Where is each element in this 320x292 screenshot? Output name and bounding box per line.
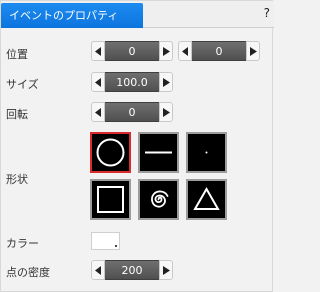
color-swatch-corner-mark xyxy=(115,245,117,247)
position-y-stepper: 0 xyxy=(178,41,260,61)
density-label: 点の密度 xyxy=(6,266,50,279)
triangle-left-icon xyxy=(94,77,101,87)
position-x-value[interactable]: 0 xyxy=(105,41,159,61)
density-value[interactable]: 200 xyxy=(105,260,159,280)
event-properties-panel: イベントのプロパティ ? 位置 0 0 サイズ 100.0 回転 0 形状 カラ… xyxy=(0,0,274,292)
triangle-left-icon xyxy=(181,46,188,56)
rotation-increment-button[interactable] xyxy=(159,102,173,122)
density-increment-button[interactable] xyxy=(159,260,173,280)
shape-triangle-option[interactable] xyxy=(186,179,227,220)
shape-spiral-option[interactable] xyxy=(138,179,179,220)
rotation-value[interactable]: 0 xyxy=(105,102,159,122)
triangle-left-icon xyxy=(94,46,101,56)
tab-event-properties[interactable]: イベントのプロパティ xyxy=(1,3,143,28)
shape-square-option[interactable] xyxy=(90,179,131,220)
position-label: 位置 xyxy=(6,48,28,61)
size-label: サイズ xyxy=(6,78,39,91)
size-stepper: 100.0 xyxy=(91,72,173,92)
shape-dot-option[interactable] xyxy=(186,132,227,173)
position-x-increment-button[interactable] xyxy=(159,41,173,61)
size-decrement-button[interactable] xyxy=(91,72,105,92)
tab-bar: イベントのプロパティ ? xyxy=(1,1,274,28)
shape-label: 形状 xyxy=(6,173,28,186)
position-y-decrement-button[interactable] xyxy=(178,41,192,61)
spiral-icon xyxy=(151,190,169,208)
rotation-label: 回転 xyxy=(6,108,28,121)
color-swatch[interactable] xyxy=(91,232,120,250)
triangle-left-icon xyxy=(94,265,101,275)
rotation-decrement-button[interactable] xyxy=(91,102,105,122)
rotation-stepper: 0 xyxy=(91,102,173,122)
triangle-right-icon xyxy=(162,46,170,56)
shape-circle-option[interactable] xyxy=(90,132,131,173)
dot-icon xyxy=(205,151,208,154)
position-x-stepper: 0 xyxy=(91,41,173,61)
triangle-right-icon xyxy=(162,107,170,117)
position-y-value[interactable]: 0 xyxy=(192,41,246,61)
density-stepper: 200 xyxy=(91,260,173,280)
triangle-left-icon xyxy=(94,107,101,117)
triangle-right-icon xyxy=(162,77,170,87)
position-x-decrement-button[interactable] xyxy=(91,41,105,61)
size-value[interactable]: 100.0 xyxy=(105,72,159,92)
triangle-right-icon xyxy=(162,265,170,275)
triangle-icon xyxy=(193,186,220,210)
position-y-increment-button[interactable] xyxy=(246,41,260,61)
shape-line-option[interactable] xyxy=(138,132,179,173)
line-icon xyxy=(145,151,172,154)
color-label: カラー xyxy=(6,237,39,250)
square-icon xyxy=(97,186,124,213)
density-decrement-button[interactable] xyxy=(91,260,105,280)
help-icon[interactable]: ? xyxy=(264,6,270,20)
triangle-right-icon xyxy=(249,46,257,56)
size-increment-button[interactable] xyxy=(159,72,173,92)
circle-icon xyxy=(96,138,125,167)
